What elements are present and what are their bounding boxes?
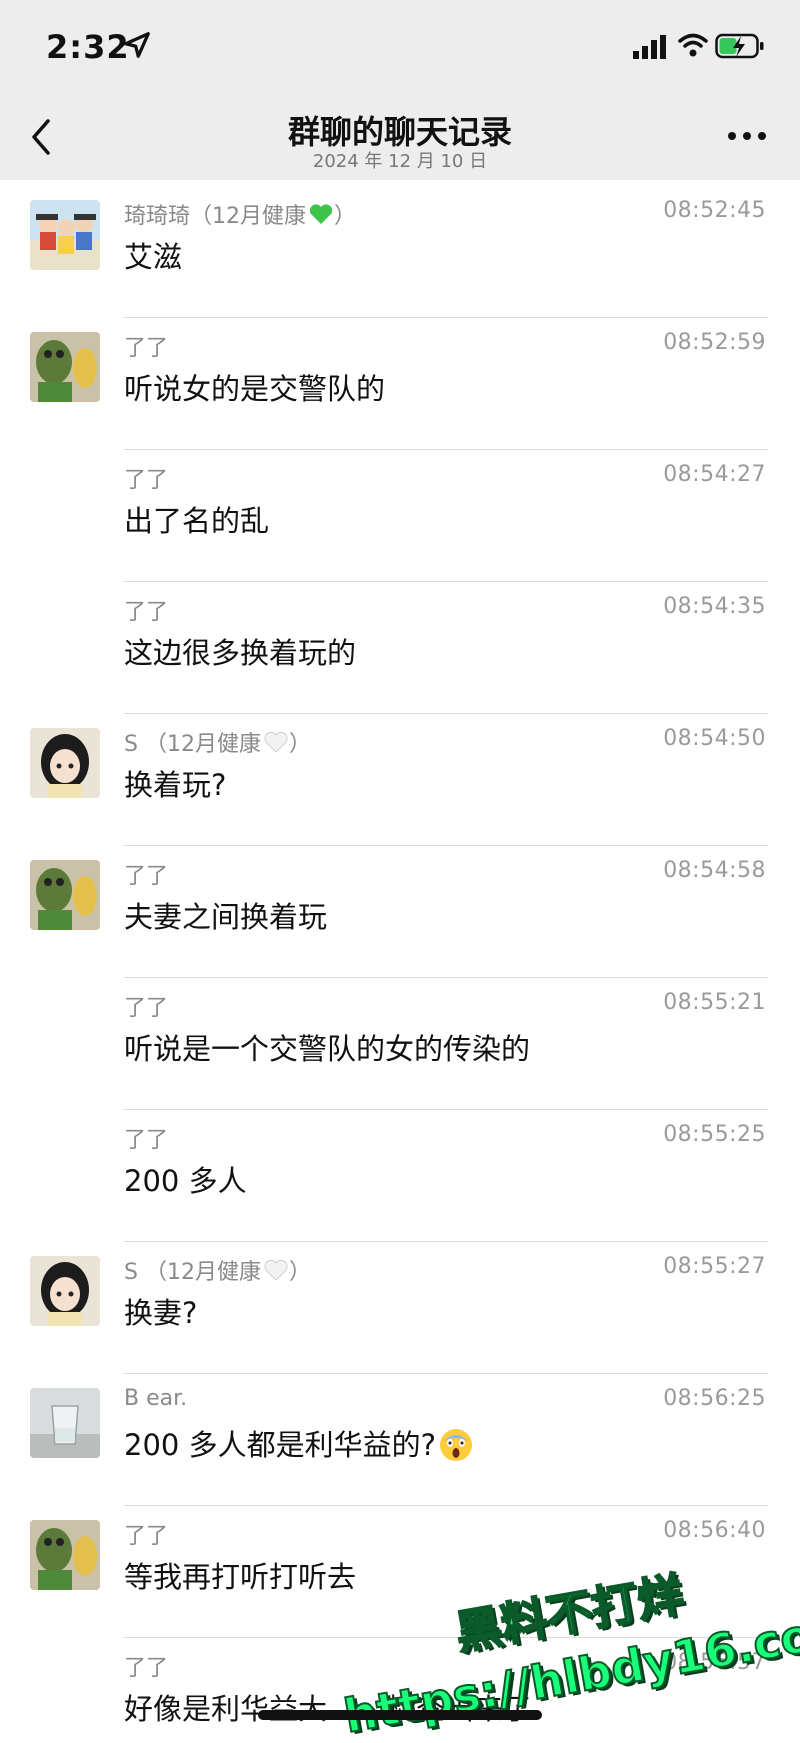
sender-name: 了了 [124,864,169,889]
message-text: 换着玩? [124,768,227,802]
message-time: 08:54:50 [663,726,766,751]
message-text: 这边很多换着玩的 [124,636,357,670]
message-time: 08:56:25 [663,1386,766,1411]
sender-name: 了了 [124,468,169,493]
sender-name: S （12月健康） [124,731,311,757]
sender-name: 琦琦琦（12月健康） [124,204,357,229]
scream-emoji-icon [439,1429,472,1461]
message-time: 08:52:59 [663,330,766,355]
message-text: 出了名的乱 [124,504,270,538]
sender-name: 了了 [124,1656,169,1681]
message-time: 08:54:27 [663,462,766,487]
message-text: 艾滋 [124,240,183,274]
white-heart-icon [264,731,288,753]
status-time: 2:32 [46,28,130,66]
more-dots-icon[interactable] [722,121,772,151]
message-time: 08:55:27 [663,1254,766,1279]
list-item[interactable]: 了了 08:55:25 200 多人 [0,1110,800,1242]
green-heart-icon [309,204,333,224]
battery-charging-icon [715,33,764,59]
sender-name: 了了 [124,996,169,1021]
status-bar: 2:32 [0,0,800,95]
list-item[interactable]: 琦琦琦（12月健康） 08:52:45 艾滋 [0,186,800,318]
message-text: 听说是一个交警队的女的传染的 [124,1032,531,1066]
signal-icon [633,35,666,59]
avatar [30,860,100,930]
white-heart-icon [264,1259,288,1281]
message-time: 08:54:35 [663,594,766,619]
sender-name: 了了 [124,336,169,361]
message-text: 听说女的是交警队的 [124,372,386,406]
message-time: 08:55:25 [663,1122,766,1147]
avatar [30,200,100,270]
message-text: 换妻? [124,1296,198,1330]
message-time: 08:54:58 [663,858,766,883]
avatar [30,728,100,798]
avatar [30,1520,100,1590]
list-item[interactable]: S （12月健康） 08:54:50 换着玩? [0,714,800,846]
list-item[interactable]: 了了 08:55:21 听说是一个交警队的女的传染的 [0,978,800,1110]
list-item[interactable]: 了了 08:54:27 出了名的乱 [0,450,800,582]
chat-header: 群聊的聊天记录 2024 年 12 月 10 日 [0,95,800,180]
message-text: 200 多人都是利华益的? [124,1422,474,1464]
list-item[interactable]: B ear. 08:56:25 200 多人都是利华益的? [0,1374,800,1506]
sender-name: B ear. [124,1386,188,1411]
avatar [30,332,100,402]
avatar [30,1256,100,1326]
message-time: 08:52:45 [663,198,766,223]
avatar [30,1388,100,1458]
message-text: 夫妻之间换着玩 [124,900,328,934]
page-subtitle-date: 2024 年 12 月 10 日 [312,151,488,172]
message-list[interactable]: 琦琦琦（12月健康） 08:52:45 艾滋 了了 08:52:59 听说女的是… [0,180,800,1732]
message-time: 08:56:40 [663,1518,766,1543]
message-text: 等我再打听打听去 [124,1560,357,1594]
message-time: 08:55:21 [663,990,766,1015]
sender-name: 了了 [124,1128,169,1153]
location-arrow-icon [124,32,150,58]
sender-name: 了了 [124,600,169,625]
home-indicator[interactable] [258,1710,542,1720]
list-item[interactable]: 了了 08:54:58 夫妻之间换着玩 [0,846,800,978]
list-item[interactable]: S （12月健康） 08:55:27 换妻? [0,1242,800,1374]
sender-name: 了了 [124,1524,169,1549]
message-text: 200 多人 [124,1164,247,1198]
list-item[interactable]: 了了 08:54:35 这边很多换着玩的 [0,582,800,714]
sender-name: S （12月健康） [124,1259,311,1285]
list-item[interactable]: 了了 08:52:59 听说女的是交警队的 [0,318,800,450]
top-bar: 2:32 群聊的聊天记录 2024 年 12 月 10 日 [0,0,800,180]
wifi-icon [678,33,708,57]
